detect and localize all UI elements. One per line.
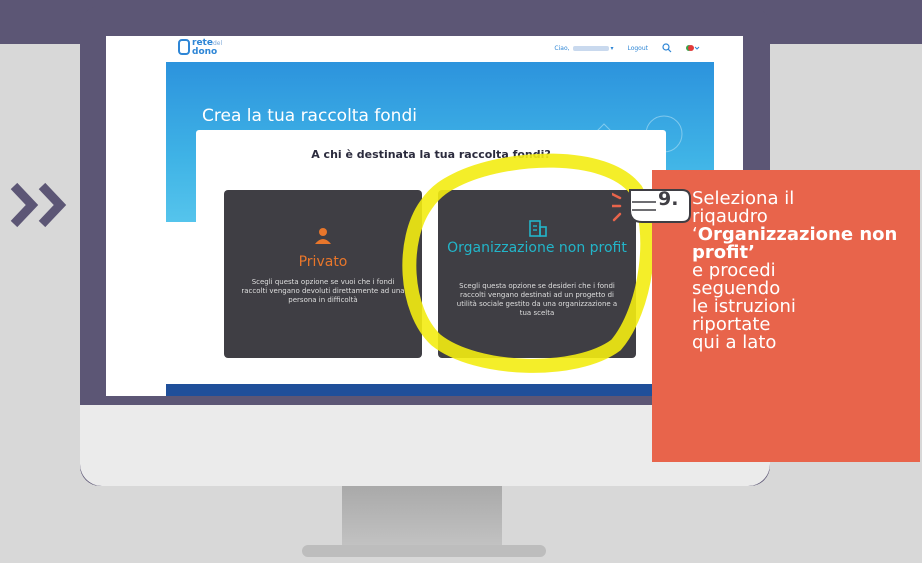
page-title: Crea la tua raccolta fondi: [202, 106, 417, 126]
site-nav: Ciao, ▾ Logout: [554, 43, 700, 53]
callout-line-7: qui a lato: [692, 332, 777, 353]
blurred-username: [572, 45, 609, 51]
greeting-label: Ciao,: [554, 44, 570, 52]
callout-bold: ‘Organizzazione non profit’: [692, 224, 898, 263]
user-icon: [315, 228, 331, 244]
logo-text-bottom: dono: [192, 47, 218, 57]
site-logo[interactable]: retedel dono: [178, 39, 223, 57]
step-number: 9.: [658, 188, 679, 210]
card-privato[interactable]: Privato Scegli questa opzione se vuoi ch…: [224, 190, 422, 358]
monitor-stand: [342, 486, 502, 548]
instruction-callout: Seleziona il riqaudro ‘Organizzazione no…: [652, 170, 920, 462]
user-greeting[interactable]: Ciao, ▾: [554, 45, 613, 52]
monitor-base: [302, 545, 546, 557]
logo-text-small: del: [212, 40, 223, 47]
logout-link[interactable]: Logout: [627, 45, 648, 52]
chevron-double-right-icon: [10, 182, 67, 228]
card-title-privato: Privato: [298, 254, 348, 270]
callout-bold-text: Organizzazione non profit’: [692, 224, 898, 263]
search-icon[interactable]: [662, 43, 672, 53]
callout-text: Seleziona il riqaudro ‘Organizzazione no…: [692, 190, 918, 352]
italy-flag-icon[interactable]: [686, 44, 700, 52]
hand-logo-icon: [178, 39, 190, 55]
pointing-hand-icon: [612, 189, 691, 223]
site-header: retedel dono Ciao, ▾ Logout: [166, 36, 714, 62]
card-desc-privato: Scegli questa opzione se vuoi che i fond…: [241, 278, 405, 304]
site-footer-bar: [166, 384, 714, 396]
